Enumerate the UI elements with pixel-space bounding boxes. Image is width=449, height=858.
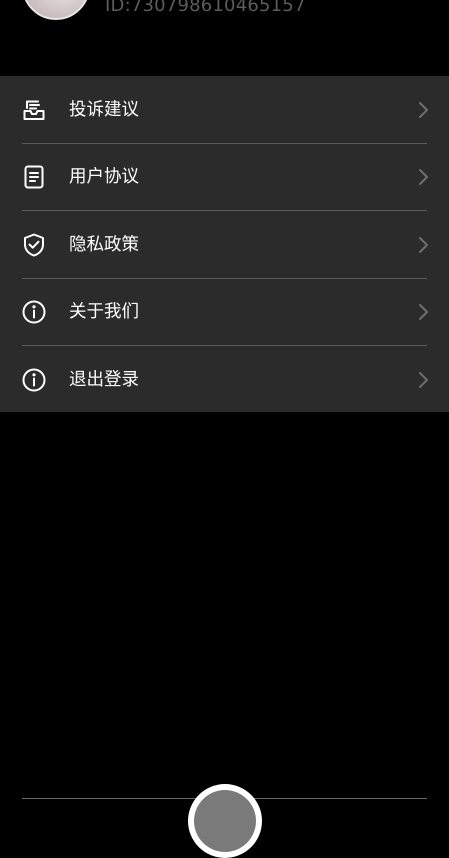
menu-item-label: 投诉建议 (69, 99, 139, 120)
center-tab-button[interactable] (188, 784, 262, 858)
chevron-right-icon (417, 303, 429, 321)
info-circle-icon (21, 367, 47, 393)
inbox-tray-icon (21, 97, 47, 123)
menu-item-feedback[interactable]: 投诉建议 (0, 76, 449, 144)
profile-header: ID:730798610465157 (0, 0, 449, 76)
document-icon (21, 164, 47, 190)
chevron-right-icon (417, 168, 429, 186)
user-id: ID:730798610465157 (105, 0, 306, 16)
menu-item-privacy-policy[interactable]: 隐私政策 (0, 211, 449, 279)
bottom-tab-bar (0, 770, 449, 858)
menu-item-label: 用户协议 (69, 167, 139, 188)
menu-item-about-us[interactable]: 关于我们 (0, 279, 449, 346)
chevron-right-icon (417, 101, 429, 119)
menu-item-logout[interactable]: 退出登录 (0, 346, 449, 414)
avatar[interactable] (22, 0, 90, 20)
menu-item-label: 退出登录 (69, 369, 139, 390)
chevron-right-icon (417, 236, 429, 254)
chevron-right-icon (417, 371, 429, 389)
center-tab-button-inner (194, 790, 256, 852)
shield-check-icon (21, 232, 47, 258)
settings-menu: 投诉建议 用户协议 隐私政策 关于我们 退出登录 (0, 76, 449, 412)
menu-item-user-agreement[interactable]: 用户协议 (0, 144, 449, 211)
menu-item-label: 隐私政策 (69, 234, 139, 255)
menu-item-label: 关于我们 (69, 302, 139, 323)
info-circle-icon (21, 299, 47, 325)
